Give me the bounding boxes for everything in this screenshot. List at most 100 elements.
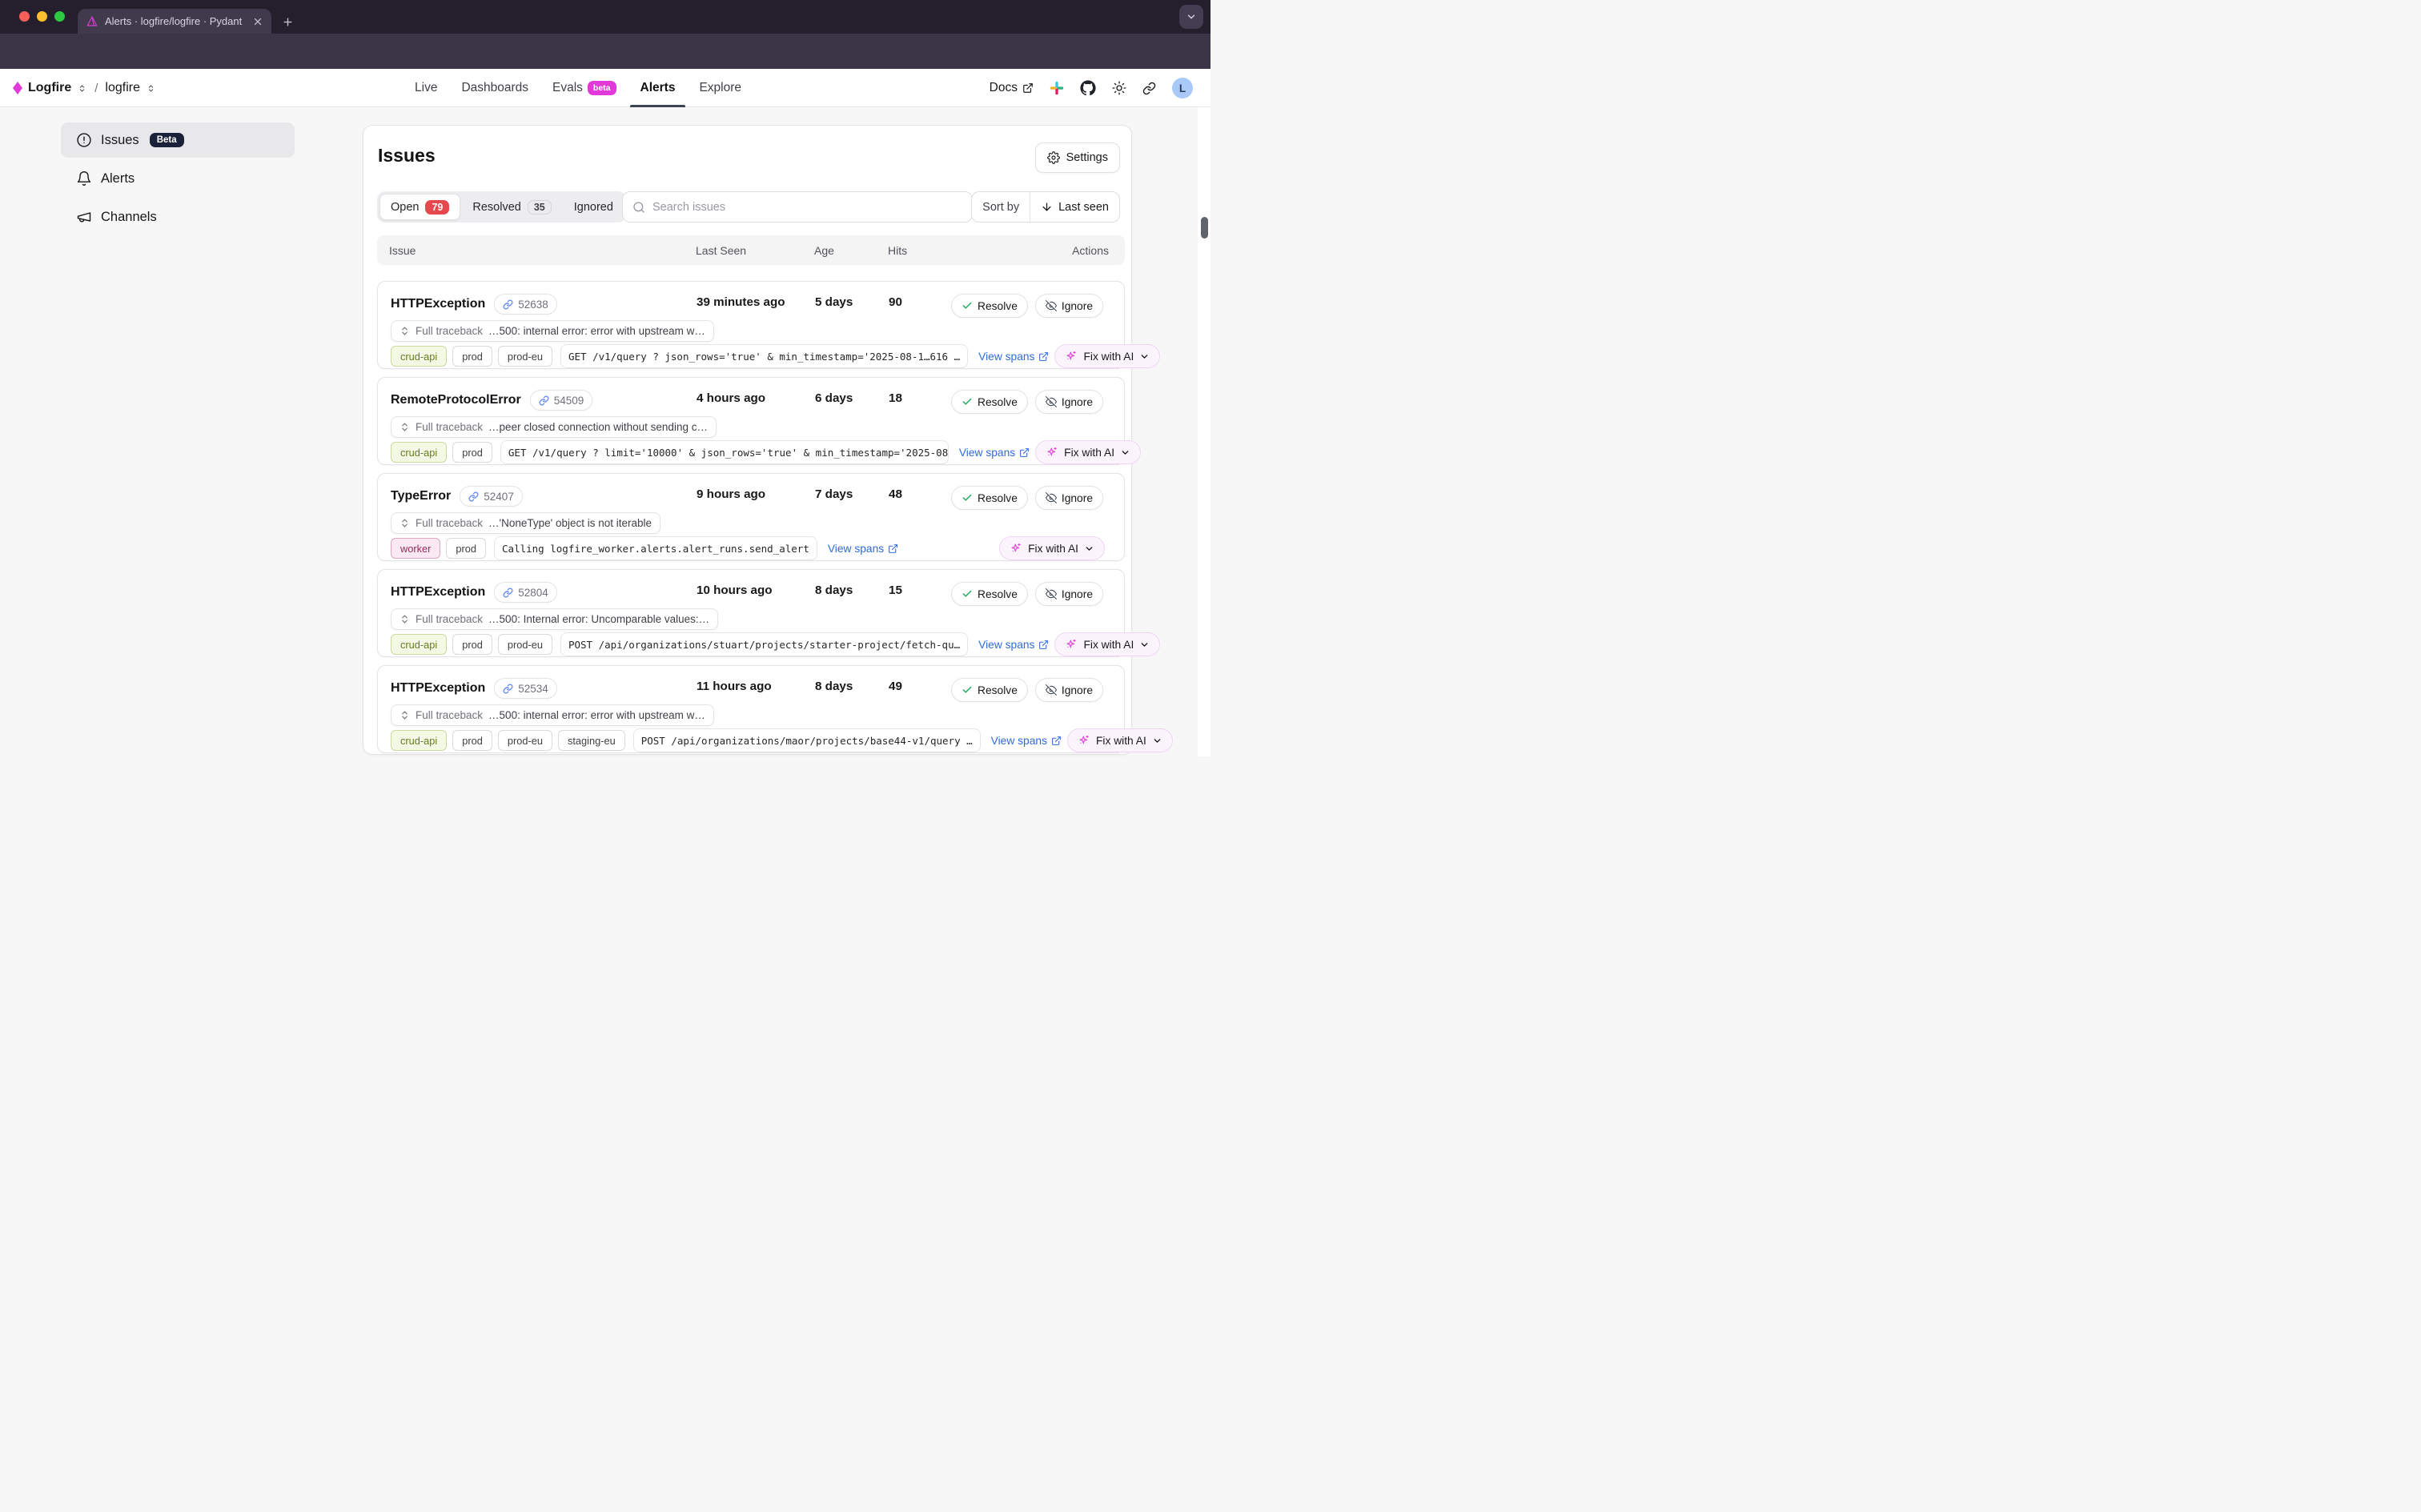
view-spans-link[interactable]: View spans xyxy=(959,447,1030,459)
issue-id-link[interactable]: 52407 xyxy=(460,486,523,507)
ignore-button[interactable]: Ignore xyxy=(1035,294,1103,318)
search-input[interactable] xyxy=(652,201,962,214)
sidebar-item-label: Alerts xyxy=(101,171,134,186)
view-spans-link[interactable]: View spans xyxy=(978,639,1049,651)
resolve-button[interactable]: Resolve xyxy=(951,582,1028,606)
traceback-toggle[interactable]: Full traceback …500: Internal error: Unc… xyxy=(391,608,718,630)
view-spans-link[interactable]: View spans xyxy=(991,735,1062,747)
issue-row: RemoteProtocolError 54509 4 hours ago 6 … xyxy=(377,377,1125,465)
app-header: Logfire / logfire LiveDashboardsEvalsbet… xyxy=(0,69,1210,107)
project-selector[interactable]: logfire xyxy=(105,81,140,95)
issue-row: HTTPException 52638 39 minutes ago 5 day… xyxy=(377,281,1125,369)
sidebar-item-channels[interactable]: Channels xyxy=(61,199,295,235)
traceback-toggle[interactable]: Full traceback …500: internal error: err… xyxy=(391,704,714,726)
column-actions: Actions xyxy=(1072,244,1109,257)
slack-icon[interactable] xyxy=(1050,81,1064,95)
resolve-button[interactable]: Resolve xyxy=(951,486,1028,510)
page-title: Issues xyxy=(378,145,436,166)
issue-row: HTTPException 52534 11 hours ago 8 days … xyxy=(377,665,1125,753)
github-icon[interactable] xyxy=(1080,80,1096,96)
issue-name: RemoteProtocolError xyxy=(391,393,521,407)
fix-with-ai-button[interactable]: Fix with AI xyxy=(1054,632,1160,656)
settings-label: Settings xyxy=(1066,151,1108,164)
view-spans-label: View spans xyxy=(991,735,1047,747)
org-selector[interactable]: Logfire xyxy=(28,81,71,95)
issue-id: 52638 xyxy=(518,299,548,311)
filter-tab-resolved[interactable]: Resolved 35 xyxy=(462,194,561,220)
ignore-button[interactable]: Ignore xyxy=(1035,582,1103,606)
issue-last-seen: 9 hours ago xyxy=(697,487,765,501)
fix-with-ai-button[interactable]: Fix with AI xyxy=(1067,728,1173,752)
issue-id-link[interactable]: 52534 xyxy=(494,678,557,699)
resolve-button[interactable]: Resolve xyxy=(951,390,1028,414)
issue-id: 52804 xyxy=(518,587,548,599)
issue-span-code: POST /api/organizations/maor/projects/ba… xyxy=(633,728,981,752)
window-minimize-button[interactable] xyxy=(37,11,47,22)
sidebar-item-alerts[interactable]: Alerts xyxy=(61,161,295,196)
fix-with-ai-label: Fix with AI xyxy=(1096,735,1146,747)
resolve-button[interactable]: Resolve xyxy=(951,678,1028,702)
tab-dashboards[interactable]: Dashboards xyxy=(461,69,528,107)
scrollbar-thumb[interactable] xyxy=(1201,217,1208,239)
browser-toolbar: logfire-eu.pydantic.info/logfire/logfire… xyxy=(0,34,1210,69)
browser-tab[interactable]: Alerts · logfire/logfire · Pydant xyxy=(78,9,271,34)
tab-close-icon[interactable] xyxy=(252,16,263,27)
unfold-icon xyxy=(399,518,410,528)
issue-hits: 15 xyxy=(889,584,902,597)
project-selector-chevrons-icon[interactable] xyxy=(146,83,156,94)
filter-tab-ignored[interactable]: Ignored xyxy=(564,194,624,220)
traceback-toggle[interactable]: Full traceback …peer closed connection w… xyxy=(391,416,717,438)
tag-staging-eu: staging-eu xyxy=(558,730,625,751)
traceback-label: Full traceback xyxy=(416,709,483,721)
sparkles-icon xyxy=(1010,542,1022,555)
check-icon xyxy=(962,684,973,696)
tab-alerts[interactable]: Alerts xyxy=(640,69,676,107)
filter-tab-open[interactable]: Open 79 xyxy=(379,194,460,220)
ignore-label: Ignore xyxy=(1062,492,1093,504)
fix-with-ai-button[interactable]: Fix with AI xyxy=(999,536,1105,560)
sort-by-label: Sort by xyxy=(972,192,1030,222)
view-spans-link[interactable]: View spans xyxy=(828,543,898,555)
sidebar-item-label: Issues xyxy=(101,133,139,148)
user-avatar[interactable]: L xyxy=(1172,78,1193,98)
check-icon xyxy=(962,300,973,311)
issue-id-link[interactable]: 52804 xyxy=(494,582,557,603)
external-link-icon xyxy=(1038,351,1049,362)
beta-badge: Beta xyxy=(150,133,184,147)
org-selector-chevrons-icon[interactable] xyxy=(77,83,87,94)
share-link-icon[interactable] xyxy=(1142,82,1156,95)
window-close-button[interactable] xyxy=(19,11,30,22)
resolve-label: Resolve xyxy=(978,492,1018,504)
issue-id-link[interactable]: 52638 xyxy=(494,294,557,315)
ignore-button[interactable]: Ignore xyxy=(1035,390,1103,414)
check-icon xyxy=(962,588,973,600)
sparkles-icon xyxy=(1078,734,1090,747)
issue-id-link[interactable]: 54509 xyxy=(530,390,593,411)
resolve-button[interactable]: Resolve xyxy=(951,294,1028,318)
ignore-label: Ignore xyxy=(1062,588,1093,600)
sidebar-item-issues[interactable]: Issues Beta xyxy=(61,122,295,158)
sort-value-button[interactable]: Last seen xyxy=(1030,192,1119,222)
traceback-toggle[interactable]: Full traceback …'NoneType' object is not… xyxy=(391,512,660,534)
tab-live[interactable]: Live xyxy=(415,69,437,107)
bell-icon xyxy=(76,170,92,186)
new-tab-button[interactable] xyxy=(282,16,294,28)
tab-explore[interactable]: Explore xyxy=(699,69,741,107)
tag-prod-eu: prod-eu xyxy=(498,634,552,655)
tag-prod-eu: prod-eu xyxy=(498,730,552,751)
tab-search-chevron-button[interactable] xyxy=(1179,5,1203,29)
scrollbar-track[interactable] xyxy=(1198,107,1210,756)
tab-evals[interactable]: Evalsbeta xyxy=(552,69,616,107)
theme-toggle-sun-icon[interactable] xyxy=(1112,81,1126,95)
ignore-button[interactable]: Ignore xyxy=(1035,678,1103,702)
window-zoom-button[interactable] xyxy=(54,11,65,22)
traceback-toggle[interactable]: Full traceback …500: internal error: err… xyxy=(391,320,714,342)
settings-button[interactable]: Settings xyxy=(1035,142,1120,173)
view-spans-link[interactable]: View spans xyxy=(978,351,1049,363)
issue-tags: crud-apiprod xyxy=(391,442,492,463)
fix-with-ai-button[interactable]: Fix with AI xyxy=(1054,344,1160,368)
issue-tags: crud-apiprodprod-eu xyxy=(391,634,552,655)
ignore-button[interactable]: Ignore xyxy=(1035,486,1103,510)
docs-link[interactable]: Docs xyxy=(990,81,1034,95)
fix-with-ai-button[interactable]: Fix with AI xyxy=(1035,440,1141,464)
